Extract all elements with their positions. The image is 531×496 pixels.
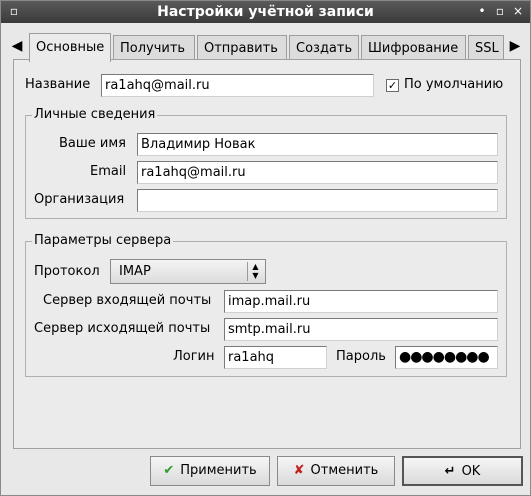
protocol-value: IMAP [119, 264, 151, 279]
server-settings-group: Параметры сервера Протокол IMAP ▲ ▼ Серве… [25, 233, 507, 377]
your-name-label: Ваше имя [59, 136, 126, 151]
organization-field[interactable] [137, 189, 498, 212]
account-settings-window: Настройки учётной записи ▫ • ▫ × ◀ Основ… [0, 0, 531, 496]
window-menu-icon[interactable]: ▫ [7, 4, 21, 18]
default-account-label: По умолчанию [404, 77, 504, 92]
titlebar[interactable]: Настройки учётной записи ▫ • ▫ × [1, 1, 530, 23]
tab-ssl[interactable]: SSL [468, 35, 504, 61]
close-icon[interactable]: × [511, 4, 525, 18]
login-field[interactable]: ra1ahq [224, 346, 327, 369]
tab-label: Получить [120, 41, 186, 56]
account-name-field[interactable]: ra1ahq@mail.ru [101, 74, 374, 97]
tab-receive[interactable]: Получить [113, 35, 195, 61]
general-tab-panel: Название ra1ahq@mail.ru ✓ По умолчанию Л… [13, 59, 521, 449]
protocol-select[interactable]: IMAP ▲ ▼ [110, 259, 266, 284]
ok-button[interactable]: ↵ OK [402, 456, 523, 486]
password-field[interactable]: ●●●●●●●● [395, 346, 498, 369]
server-settings-title: Параметры сервера [32, 233, 174, 249]
default-account-checkbox[interactable]: ✓ [386, 79, 399, 92]
tab-label: Создать [296, 41, 353, 56]
protocol-label: Протокол [34, 264, 100, 279]
login-label: Логин [173, 349, 215, 364]
outgoing-server-label: Сервер исходящей почты [34, 321, 211, 336]
tab-scroll-left-icon[interactable]: ◀ [9, 35, 25, 57]
tab-send[interactable]: Отправить [197, 35, 287, 61]
incoming-server-label: Сервер входящей почты [43, 293, 212, 308]
tab-general[interactable]: Основные [29, 33, 111, 62]
cancel-button[interactable]: ✘ Отменить [277, 456, 395, 486]
cancel-label: Отменить [310, 463, 379, 478]
password-label: Пароль [336, 349, 386, 364]
tab-label: Шифрование [368, 41, 459, 56]
checkmark-icon: ✔ [163, 463, 175, 478]
organization-label: Организация [34, 192, 125, 207]
maximize-icon[interactable]: ▫ [493, 4, 507, 18]
tab-bar: ◀ Основные Получить Отправить Создать Ши… [9, 33, 525, 62]
tab-label: SSL [475, 41, 499, 56]
ok-label: OK [461, 464, 481, 479]
personal-info-title: Личные сведения [32, 107, 158, 123]
apply-label: Применить [180, 463, 257, 478]
cross-icon: ✘ [293, 463, 305, 478]
email-field[interactable]: ra1ahq@mail.ru [137, 161, 498, 184]
tab-encryption[interactable]: Шифрование [361, 35, 466, 61]
account-name-label: Название [25, 77, 91, 92]
email-label: Email [90, 164, 127, 179]
tab-label: Основные [36, 40, 105, 55]
incoming-server-field[interactable]: imap.mail.ru [224, 290, 498, 313]
outgoing-server-field[interactable]: smtp.mail.ru [224, 318, 498, 341]
enter-icon: ↵ [444, 464, 456, 479]
tab-scroll-right-icon[interactable]: ▶ [507, 35, 523, 57]
tab-compose[interactable]: Создать [289, 35, 359, 61]
minimize-icon[interactable]: • [475, 4, 489, 18]
spinner-arrows-icon: ▲ ▼ [247, 262, 263, 281]
window-title: Настройки учётной записи [157, 4, 374, 20]
tab-label: Отправить [204, 41, 278, 56]
apply-button[interactable]: ✔ Применить [150, 456, 270, 486]
your-name-field[interactable]: Владимир Новак [137, 133, 498, 156]
personal-info-group: Личные сведения Ваше имя Владимир Новак … [25, 107, 507, 219]
